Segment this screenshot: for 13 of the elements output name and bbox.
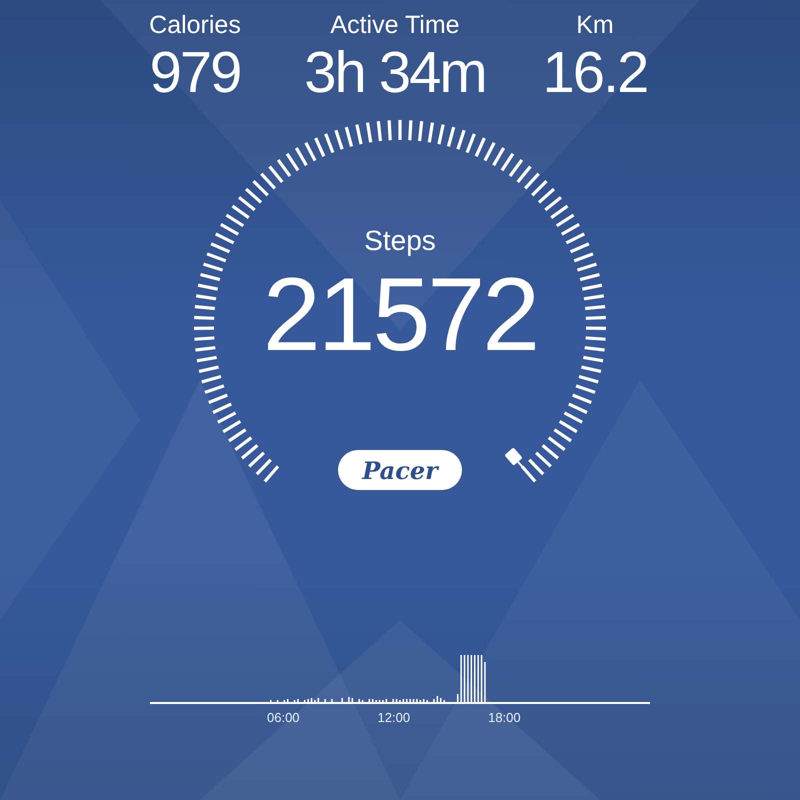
stat-value: 3h 34m (304, 42, 486, 104)
pacer-logo: Pacer (338, 450, 462, 490)
stat-label: Active Time (330, 10, 460, 41)
stat-label: Calories (149, 10, 241, 41)
stat-label: Km (576, 10, 614, 41)
stat-value: 979 (150, 42, 240, 104)
time-label: 18:00 (488, 710, 521, 725)
steps-label: Steps (364, 224, 436, 258)
time-label: 12:00 (378, 710, 410, 725)
steps-count: 21572 (262, 260, 538, 370)
gauge-thumb (504, 447, 532, 478)
time-label: 06:00 (267, 710, 300, 725)
stat-value: 16.2 (542, 42, 648, 104)
